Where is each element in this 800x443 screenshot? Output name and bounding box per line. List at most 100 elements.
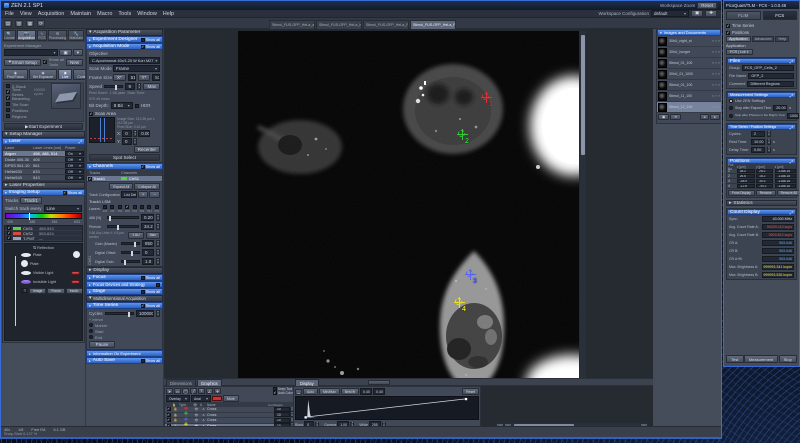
workspace-delete-button[interactable]: ✚ (705, 10, 717, 17)
toolbar-icon[interactable]: ▤ (4, 20, 12, 27)
menu-item[interactable]: Tools (118, 11, 131, 17)
menu-item[interactable]: File (5, 11, 14, 17)
workspace-save-button[interactable]: ▣ (691, 10, 703, 17)
experiment-option-checkbox[interactable] (6, 84, 10, 88)
scan-area-x-field[interactable]: 0 (122, 130, 132, 137)
laser-properties-header[interactable]: ▸Laser Properties (2, 182, 85, 189)
track-config-select[interactable]: List Definition (121, 191, 136, 198)
document-tab[interactable]: Stimul_FUS-GFP_HeLa_a1_st ● (269, 20, 315, 29)
fcs-channel-chip[interactable]: FCS | Lck 1 (726, 49, 753, 55)
invisible-light-toggle[interactable] (71, 280, 80, 284)
bit-depth-select[interactable]: 8 Bit (111, 102, 133, 109)
fcs-subtab[interactable]: Application (726, 36, 751, 42)
experiment-option-checkbox[interactable] (6, 102, 10, 106)
workspace-zoom-reset-button[interactable]: Reset (697, 2, 717, 9)
scan-area-map[interactable] (89, 117, 115, 143)
display-panel-header[interactable]: ▸Display (86, 267, 163, 274)
use-zen-settings-radio[interactable] (729, 99, 733, 103)
experiment-save-button[interactable]: ▣ (59, 49, 71, 56)
channel-use-checkbox[interactable] (7, 236, 11, 240)
focus-show-all-checkbox[interactable] (141, 276, 145, 280)
image-list-item[interactable]: Stimul_12_100 X·Y·T (657, 102, 721, 113)
focus-devices-header[interactable]: ▸Focus Devices and Strategy (86, 281, 163, 288)
auto-color-checkbox[interactable] (273, 391, 277, 395)
laser-power-select[interactable]: Off (65, 169, 84, 174)
invisible-light-shutter-icon[interactable] (21, 280, 31, 284)
experiment-option-checkbox[interactable] (6, 90, 10, 94)
action-button[interactable]: ◉ Find Focus (3, 69, 28, 80)
time-series-option-radio[interactable] (89, 323, 93, 327)
offset-field[interactable]: 0 (142, 249, 154, 256)
fcs-mode-tab[interactable]: FLIM (726, 11, 761, 20)
positions-button[interactable]: Remove (756, 190, 776, 196)
digital-gain-slider[interactable] (121, 260, 140, 263)
lock-icon[interactable]: 🔒 (172, 407, 179, 411)
overlay-select[interactable]: Overlay (166, 395, 190, 402)
pinhole-field[interactable]: 34.2 (141, 223, 154, 230)
experiment-select[interactable] (4, 49, 58, 56)
beamsplitter-icon[interactable] (21, 253, 31, 257)
workspace-config-select[interactable]: default (651, 10, 689, 17)
fcs-action-button[interactable]: Test (726, 355, 743, 363)
experiment-designer-header[interactable]: ▸Experiment Designer Show all (86, 36, 163, 43)
cut-region-size-field[interactable]: 10 (274, 412, 290, 417)
menu-item[interactable]: Window (137, 11, 157, 17)
focus-panel-header[interactable]: ▸Focus Show all (86, 274, 163, 281)
toolbar-icon[interactable]: ▥ (15, 20, 23, 27)
multidim-header[interactable]: ▾Multidimensional Acquisition (86, 295, 163, 302)
image-list-item[interactable]: 30hU_hunger X·Y·T (657, 47, 721, 58)
experiment-option-checkbox[interactable] (6, 114, 10, 118)
photons-field[interactable]: 1000 (787, 113, 799, 119)
frame-y-field[interactable]: 512 (152, 74, 160, 81)
track-checkbox[interactable] (88, 177, 92, 181)
recenter-button[interactable]: Recenter (134, 146, 160, 153)
one-au-button[interactable]: 1 AU (128, 232, 143, 239)
annotation-tool-icon[interactable]: ➤ (166, 388, 173, 394)
visible-icon[interactable]: 👁 (193, 418, 200, 422)
frame-x-button[interactable]: X* (113, 74, 126, 81)
visible-icon[interactable]: 👁 (193, 407, 200, 411)
channels-show-all-checkbox[interactable] (141, 165, 145, 169)
cycles-field[interactable]: 100000 (136, 310, 154, 317)
laser-power-select[interactable]: Off (65, 175, 84, 180)
view-splitter[interactable] (164, 378, 653, 386)
visible-icon[interactable]: 👁 (193, 413, 200, 417)
bestfit-high-field[interactable]: 0.40 (373, 388, 385, 395)
images-documents-header[interactable]: ▾Images and Documents (657, 29, 721, 36)
config-add-button[interactable]: + (138, 191, 149, 198)
fcs-positions-checkbox[interactable] (726, 31, 730, 35)
scan-area-y-field[interactable]: 0 (122, 138, 132, 145)
histogram-chart[interactable] (295, 396, 479, 420)
frame-x-field[interactable]: 512 (128, 74, 136, 81)
rest-time-field[interactable]: 10.00 (751, 139, 765, 145)
laser-power-select[interactable]: On (65, 151, 84, 156)
expand-all-button[interactable]: Expand All (109, 183, 133, 190)
track-chip[interactable]: Track1 (20, 197, 42, 204)
image-list-item[interactable]: 30hU_night_st X·Y·T (657, 36, 721, 47)
acquisition-mode-header[interactable]: ▾Acquisition Mode Show all (86, 43, 163, 50)
delay-time-field[interactable]: 0.00 (751, 147, 765, 153)
menu-item[interactable]: Acquisition (38, 11, 65, 17)
annotation-tool-icon[interactable]: T (198, 388, 205, 394)
fcs-mode-tab[interactable]: FCS (763, 11, 798, 20)
gain-slider[interactable] (121, 242, 140, 245)
objective-select[interactable]: C-Apochromat 40x/1.20 W Korr M27 (89, 57, 160, 64)
pinhole-max-button[interactable]: Max (146, 232, 160, 239)
list-prev-button[interactable]: ◂ (700, 114, 710, 120)
workspace-tab[interactable]: ∿ FCS (37, 30, 46, 41)
acqmode-show-all-checkbox[interactable] (141, 45, 145, 49)
annotation-tool-icon[interactable]: ✛ (214, 388, 221, 394)
stage-show-all-checkbox[interactable] (141, 290, 145, 294)
document-tab[interactable]: Stimul_FUS-GFP_HeLa_P9_2_st ● (410, 20, 456, 29)
menu-item[interactable]: Help (163, 11, 174, 17)
view-control-tab[interactable]: Dimensions (166, 379, 196, 386)
view-control-tab[interactable]: Graphics (197, 379, 222, 386)
annotation-checkbox[interactable] (167, 413, 171, 417)
frame-y-button[interactable]: Y* (138, 74, 151, 81)
display-tab[interactable]: Display (295, 379, 319, 386)
visible-light-shutter-icon[interactable] (21, 271, 31, 275)
config-remove-button[interactable]: − (149, 191, 160, 198)
comment-field[interactable]: Different Regions (747, 81, 794, 87)
lock-icon[interactable]: 🔒 (172, 418, 179, 422)
smart-setup-button[interactable]: ✦ Smart Setup (4, 59, 41, 66)
